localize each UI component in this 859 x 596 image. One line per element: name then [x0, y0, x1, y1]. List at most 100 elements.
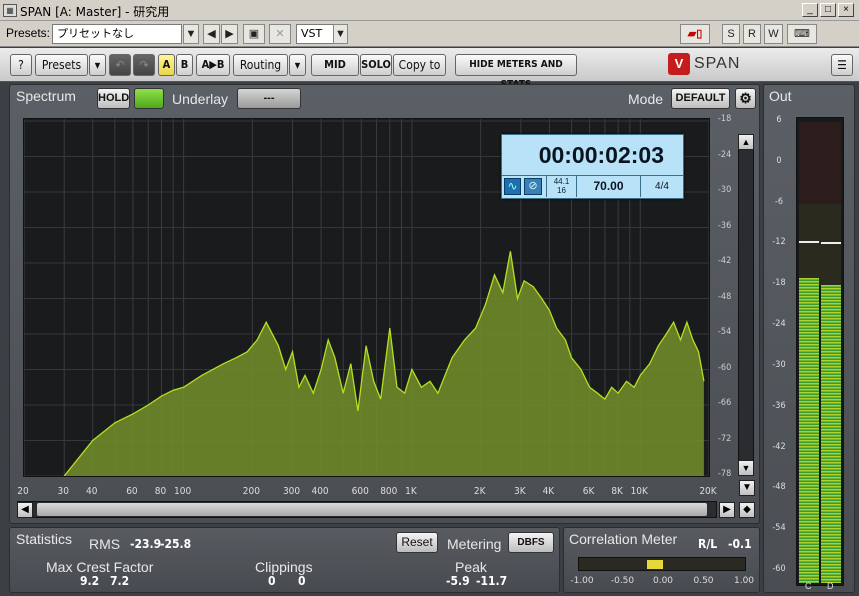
meter-tick-label: -36 — [772, 400, 786, 411]
meter-tick-label: -60 — [772, 564, 786, 574]
menu-icon[interactable]: ☰ — [831, 54, 853, 76]
prev-preset-icon[interactable]: ◀ — [203, 24, 220, 44]
peak-right-value: -11.7 — [476, 574, 508, 588]
window-title: SPAN [A: Master] - 研究用 — [20, 5, 170, 19]
mode-select[interactable]: DEFAULT — [671, 88, 730, 109]
brand-logo-icon: V — [668, 53, 690, 75]
bitdepth-value: 16 — [557, 186, 566, 195]
frequency-tick-label: 1K — [405, 486, 417, 497]
ab-a-button[interactable]: A — [158, 54, 175, 76]
waveform-icon[interactable]: ∿ — [504, 178, 521, 195]
presets-button[interactable]: Presets — [35, 54, 88, 76]
maximize-button[interactable]: □ — [820, 3, 836, 17]
correlation-mode[interactable]: R/L — [698, 537, 717, 551]
statistics-title: Statistics — [16, 531, 73, 547]
metering-label: Metering — [447, 536, 502, 552]
presets-label: Presets: — [6, 26, 51, 40]
scroll-up-icon[interactable]: ▲ — [738, 134, 754, 150]
scroll-down-icon[interactable]: ▼ — [738, 460, 754, 476]
db-tick-label: -72 — [718, 433, 732, 444]
metering-select[interactable]: DBFS — [508, 532, 554, 553]
plugin-type-select[interactable]: VST — [296, 24, 336, 44]
frequency-tick-label: 40 — [86, 486, 98, 497]
zoom-reset-icon[interactable]: ◆ — [739, 502, 755, 518]
settings-gear-icon[interactable]: ⚙ — [735, 88, 756, 109]
peak-label: Peak — [455, 559, 487, 575]
output-meter — [796, 117, 844, 586]
meter-tick-label: -48 — [772, 482, 786, 493]
delete-icon[interactable]: ✕ — [269, 24, 291, 44]
correlation-value: -0.1 — [728, 537, 752, 551]
undo-icon[interactable]: ↶ — [109, 54, 131, 76]
mid-button[interactable]: MID — [311, 54, 359, 76]
compare-icon[interactable]: ▰▯ — [680, 24, 710, 44]
reset-button[interactable]: Reset — [396, 532, 438, 553]
meter-zone — [799, 203, 841, 286]
db-tick-label: -18 — [718, 114, 732, 124]
correlation-tick-label: 1.00 — [733, 576, 755, 586]
copy-to-button[interactable]: Copy to — [393, 54, 446, 76]
crest-left-value: 9.2 — [80, 574, 100, 588]
channel-right-label: D — [827, 581, 834, 591]
zoom-vertical-icon[interactable]: ▼ — [739, 480, 755, 496]
db-tick-label: -30 — [718, 185, 732, 195]
meter-tick-label: -42 — [772, 441, 786, 452]
hold-toggle[interactable] — [134, 88, 164, 109]
routing-button[interactable]: Routing — [233, 54, 288, 76]
hold-button[interactable]: HOLD — [97, 88, 130, 109]
next-preset-icon[interactable]: ▶ — [221, 24, 238, 44]
db-tick-label: -36 — [718, 220, 732, 231]
ab-b-button[interactable]: B — [176, 54, 193, 76]
scrollbar-thumb[interactable] — [37, 503, 707, 516]
preset-dropdown-icon[interactable]: ▼ — [183, 24, 199, 44]
underlay-select[interactable]: --- — [237, 88, 301, 109]
timecode: 00:00:02:03 — [538, 142, 664, 168]
db-range-scrollbar[interactable]: ▲ ▼ — [738, 134, 754, 476]
correlation-indicator — [646, 560, 663, 569]
time-signature: 4/4 — [640, 176, 683, 197]
minimize-button[interactable]: _ — [802, 3, 818, 17]
frequency-tick-label: 300 — [282, 486, 301, 497]
frequency-tick-label: 20 — [17, 486, 29, 497]
peak-marker-right — [821, 242, 841, 245]
hide-meters-button[interactable]: HIDE METERS AND STATS — [455, 54, 577, 90]
scroll-left-icon[interactable]: ◀ — [17, 502, 33, 518]
plugin-type-dropdown-icon[interactable]: ▼ — [333, 24, 348, 44]
write-automation-button[interactable]: W — [764, 24, 783, 44]
channel-left-label: C — [805, 581, 812, 591]
frequency-tick-label: 30 — [57, 486, 69, 497]
routing-dropdown-icon[interactable]: ▾ — [289, 54, 306, 76]
clip-left-value: 0 — [268, 574, 276, 588]
frequency-tick-label: 200 — [242, 486, 260, 497]
meter-tick-label: -24 — [772, 319, 786, 330]
meter-tick-label: -30 — [772, 359, 786, 370]
meter-zone — [799, 122, 841, 204]
meter-tick-label: -6 — [774, 196, 784, 207]
frequency-tick-label: 60 — [126, 486, 138, 497]
meter-tick-label: -18 — [772, 278, 786, 289]
db-tick-label: -24 — [718, 149, 732, 160]
save-icon[interactable]: ▣ — [243, 24, 265, 44]
correlation-title: Correlation Meter — [569, 531, 678, 547]
sidechain-button[interactable]: S — [722, 24, 740, 44]
window-titlebar: ▦ SPAN [A: Master] - 研究用 _ □ × — [0, 0, 859, 21]
sync-icon[interactable]: ⊘ — [524, 178, 542, 195]
solo-button[interactable]: SOLO — [360, 54, 392, 76]
read-automation-button[interactable]: R — [743, 24, 761, 44]
frequency-tick-label: 100 — [174, 486, 192, 497]
preset-select[interactable]: プリセットなし — [52, 24, 182, 44]
frequency-scrollbar[interactable] — [17, 501, 717, 518]
db-tick-label: -48 — [718, 291, 732, 302]
help-button[interactable]: ? — [10, 54, 32, 76]
rms-left-value: -23.9 — [130, 537, 162, 551]
presets-dropdown-icon[interactable]: ▾ — [89, 54, 106, 76]
close-button[interactable]: × — [838, 3, 854, 17]
scroll-right-icon[interactable]: ▶ — [719, 502, 735, 518]
meter-tick-label: -12 — [772, 237, 786, 248]
ab-copy-button[interactable]: A▶B — [196, 54, 230, 76]
keyboard-icon[interactable]: ⌨ — [787, 24, 817, 44]
frequency-tick-label: 800 — [380, 486, 398, 497]
redo-icon[interactable]: ↷ — [133, 54, 155, 76]
brand-name: SPAN — [694, 55, 741, 72]
clippings-label: Clippings — [255, 559, 313, 575]
